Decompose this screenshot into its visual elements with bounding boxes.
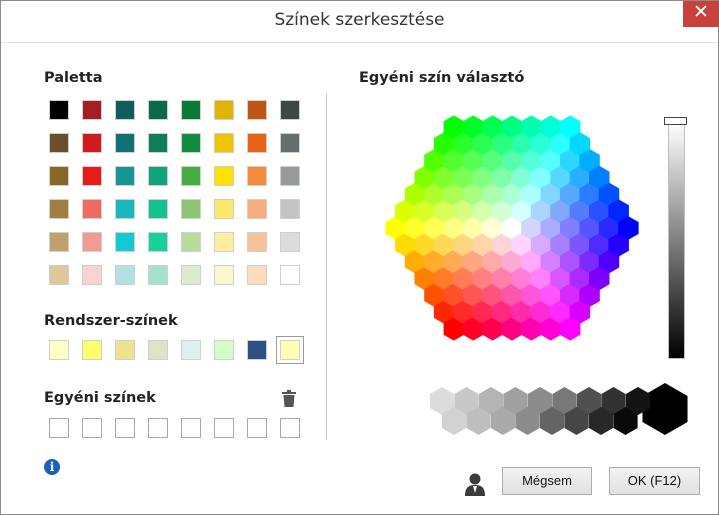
palette-swatch[interactable] xyxy=(247,100,267,120)
ok-button[interactable]: OK (F12) xyxy=(609,467,700,495)
close-icon: ✕ xyxy=(693,2,709,23)
brightness-slider[interactable] xyxy=(668,122,685,359)
system-color-swatch[interactable] xyxy=(276,336,304,364)
palette-swatch[interactable] xyxy=(82,133,102,153)
custom-color-slot[interactable] xyxy=(181,418,201,438)
palette-swatch[interactable] xyxy=(82,199,102,219)
white-hex[interactable] xyxy=(364,383,410,435)
picker-heading: Egyéni szín választó xyxy=(359,70,525,86)
divider xyxy=(326,93,327,440)
color-hexagon-picker[interactable] xyxy=(360,94,664,362)
palette-swatch[interactable] xyxy=(82,166,102,186)
palette-swatch[interactable] xyxy=(148,133,168,153)
palette-swatch[interactable] xyxy=(280,199,300,219)
palette-swatch[interactable] xyxy=(49,232,69,252)
system-color-swatch[interactable] xyxy=(82,340,102,360)
palette-swatch[interactable] xyxy=(181,133,201,153)
custom-color-slot[interactable] xyxy=(148,418,168,438)
palette-swatch[interactable] xyxy=(214,166,234,186)
palette-swatch[interactable] xyxy=(148,100,168,120)
palette-swatch[interactable] xyxy=(49,265,69,285)
custom-colors-heading: Egyéni színek xyxy=(44,390,156,406)
palette-swatch[interactable] xyxy=(115,100,135,120)
palette-swatch[interactable] xyxy=(247,199,267,219)
system-color-swatch[interactable] xyxy=(49,340,69,360)
title-bar: Színek szerkesztése ✕ xyxy=(1,1,719,43)
palette-swatch[interactable] xyxy=(247,232,267,252)
palette-swatch[interactable] xyxy=(148,199,168,219)
brightness-slider-handle[interactable] xyxy=(664,117,687,125)
palette-swatch[interactable] xyxy=(214,199,234,219)
window-title: Színek szerkesztése xyxy=(274,10,445,30)
grayscale-picker[interactable] xyxy=(360,380,690,438)
palette-swatch[interactable] xyxy=(247,265,267,285)
palette-swatch[interactable] xyxy=(214,133,234,153)
palette-swatch[interactable] xyxy=(82,100,102,120)
palette-swatch[interactable] xyxy=(115,133,135,153)
palette-swatch[interactable] xyxy=(148,166,168,186)
custom-color-slot[interactable] xyxy=(49,418,69,438)
palette-swatch[interactable] xyxy=(82,232,102,252)
custom-color-slot[interactable] xyxy=(214,418,234,438)
custom-color-slot[interactable] xyxy=(115,418,135,438)
palette-swatch[interactable] xyxy=(49,199,69,219)
custom-color-slot[interactable] xyxy=(82,418,102,438)
cancel-button[interactable]: Mégsem xyxy=(502,467,592,495)
palette-swatch[interactable] xyxy=(49,166,69,186)
palette-swatch[interactable] xyxy=(115,166,135,186)
palette-swatch[interactable] xyxy=(181,199,201,219)
close-button[interactable]: ✕ xyxy=(683,1,719,27)
palette-swatch[interactable] xyxy=(115,199,135,219)
system-color-swatch[interactable] xyxy=(115,340,135,360)
palette-swatch[interactable] xyxy=(280,166,300,186)
palette-swatch[interactable] xyxy=(148,265,168,285)
palette-swatch[interactable] xyxy=(181,265,201,285)
palette-heading: Paletta xyxy=(44,70,103,86)
system-color-swatch[interactable] xyxy=(247,340,267,360)
system-colors-heading: Rendszer-színek xyxy=(44,313,178,329)
palette-swatch[interactable] xyxy=(49,100,69,120)
palette-swatch[interactable] xyxy=(247,166,267,186)
palette-swatch[interactable] xyxy=(280,100,300,120)
palette-swatch[interactable] xyxy=(181,232,201,252)
info-icon[interactable]: i xyxy=(44,459,60,475)
palette-swatch[interactable] xyxy=(247,133,267,153)
palette-swatch[interactable] xyxy=(115,232,135,252)
system-color-swatch[interactable] xyxy=(214,340,234,360)
palette-swatch[interactable] xyxy=(214,232,234,252)
palette-swatch[interactable] xyxy=(214,265,234,285)
system-color-swatch[interactable] xyxy=(181,340,201,360)
palette-swatch[interactable] xyxy=(280,232,300,252)
trash-icon[interactable] xyxy=(282,390,296,407)
palette-swatch[interactable] xyxy=(280,133,300,153)
palette-swatch[interactable] xyxy=(280,265,300,285)
palette-swatch[interactable] xyxy=(181,166,201,186)
black-hex[interactable] xyxy=(642,383,688,435)
custom-color-slot[interactable] xyxy=(280,418,300,438)
user-icon[interactable] xyxy=(464,472,486,496)
palette-swatch[interactable] xyxy=(82,265,102,285)
palette-swatch[interactable] xyxy=(148,232,168,252)
palette-swatch[interactable] xyxy=(115,265,135,285)
custom-color-slot[interactable] xyxy=(247,418,267,438)
system-color-swatch[interactable] xyxy=(148,340,168,360)
palette-swatch[interactable] xyxy=(49,133,69,153)
palette-swatch[interactable] xyxy=(181,100,201,120)
palette-swatch[interactable] xyxy=(214,100,234,120)
